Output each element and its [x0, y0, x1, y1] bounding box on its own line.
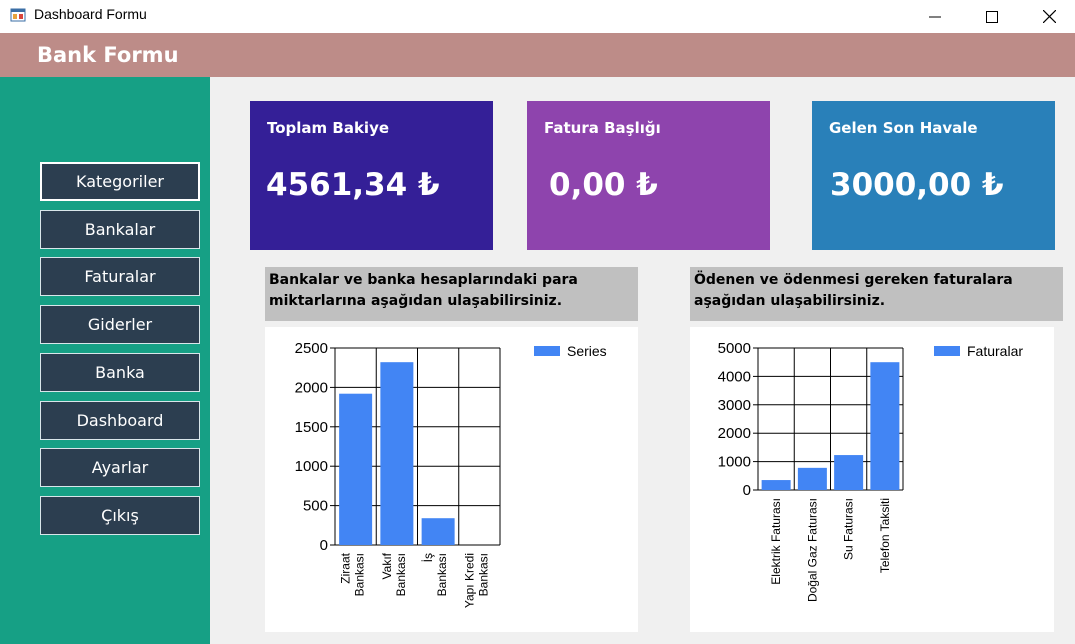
x-tick-label: Bankası: [435, 553, 449, 596]
card-value: 3000,00 ₺: [830, 167, 1004, 203]
banks-bar-chart: 05001000150020002500Ziraat Bankası Vakıf Ba…: [295, 340, 607, 608]
sidebar-item-kategoriler[interactable]: Kategoriler: [40, 162, 200, 201]
x-tick-label: Bankası: [476, 553, 490, 596]
sidebar-item-ayarlar[interactable]: Ayarlar: [40, 448, 200, 487]
y-tick-label: 1500: [295, 419, 328, 436]
sidebar-item-bankalar[interactable]: Bankalar: [40, 210, 200, 249]
bills-bar: [870, 362, 900, 490]
maximize-icon: [986, 10, 998, 23]
bills-bar-chart: 0 1000 2000 3000 4000 5000 Elektrik Faturası Do…: [718, 340, 1024, 602]
stat-card-toplam-bakiye: Toplam Bakiye 4561,34 ₺: [250, 101, 493, 250]
x-tick-label: Bankası: [394, 553, 408, 596]
banks-bar: [421, 518, 455, 545]
legend-label: Faturalar: [967, 343, 1023, 359]
sidebar-item-faturalar[interactable]: Faturalar: [40, 257, 200, 296]
stat-card-gelen-son-havale: Gelen Son Havale 3000,00 ₺: [812, 101, 1055, 250]
maximize-button[interactable]: [964, 0, 1020, 33]
y-tick-label: 0: [320, 537, 328, 554]
minimize-icon: [929, 16, 941, 17]
x-tick-label: Doğal Gaz Faturası: [805, 498, 819, 602]
legend-swatch: [934, 346, 960, 356]
y-tick-label: 1000: [295, 458, 328, 475]
bills-bar: [834, 455, 864, 490]
legend-swatch: [534, 346, 560, 356]
app-header: Bank Formu: [0, 33, 1075, 77]
sidebar-item-giderler[interactable]: Giderler: [40, 305, 200, 344]
close-icon: [1042, 10, 1056, 23]
x-tick-label: Su Faturası: [842, 498, 856, 560]
y-tick-label: 500: [303, 498, 328, 515]
window-title: Dashboard Formu: [34, 6, 147, 22]
sidebar-item-cikis[interactable]: Çıkış: [40, 496, 200, 535]
legend-label: Series: [567, 343, 607, 359]
close-button[interactable]: [1021, 0, 1075, 33]
bills-bar: [797, 467, 827, 490]
banks-bar: [339, 393, 373, 545]
y-tick-label: 5000: [718, 340, 751, 357]
y-tick-label: 0: [743, 482, 751, 499]
card-label: Gelen Son Havale: [829, 119, 978, 137]
sidebar-item-dashboard[interactable]: Dashboard: [40, 401, 200, 440]
stat-card-fatura-basligi: Fatura Başlığı 0,00 ₺: [527, 101, 770, 250]
y-tick-label: 1000: [718, 454, 751, 471]
card-value: 0,00 ₺: [549, 167, 658, 203]
y-tick-label: 2000: [718, 425, 751, 442]
x-tick-label: Elektrik Faturası: [769, 498, 783, 585]
x-tick-label: Yapı Kredi: [462, 553, 476, 608]
banks-description: Bankalar ve banka hesaplarındaki para mi…: [265, 267, 638, 321]
app-icon: [10, 8, 26, 22]
window-titlebar: Dashboard Formu: [0, 0, 1075, 33]
header-title: Bank Formu: [37, 43, 179, 67]
x-tick-label: Telefon Taksiti: [878, 498, 892, 573]
sidebar-item-banka[interactable]: Banka: [40, 353, 200, 392]
x-tick-label: Ziraat: [339, 552, 353, 583]
bills-bar: [761, 480, 791, 490]
bills-description: Ödenen ve ödenmesi gereken faturalara aş…: [690, 267, 1063, 321]
minimize-button[interactable]: [907, 0, 963, 33]
card-label: Toplam Bakiye: [267, 119, 390, 137]
bills-chart-panel: 0 1000 2000 3000 4000 5000 Elektrik Faturası Do…: [690, 327, 1054, 632]
banks-bar: [380, 362, 414, 545]
card-label: Fatura Başlığı: [544, 119, 661, 137]
x-tick-label: Vakıf: [380, 552, 394, 579]
x-tick-label: İş: [421, 553, 435, 562]
banks-chart-panel: 0 500 1000 1500 2000 2500 Ziraat Bankası Vakıf Ba…: [265, 327, 638, 632]
x-tick-label: Bankası: [353, 553, 367, 596]
y-tick-label: 3000: [718, 397, 751, 414]
y-tick-label: 2000: [295, 379, 328, 396]
y-tick-label: 4000: [718, 368, 751, 385]
y-tick-label: 2500: [295, 340, 328, 357]
card-value: 4561,34 ₺: [266, 167, 440, 203]
